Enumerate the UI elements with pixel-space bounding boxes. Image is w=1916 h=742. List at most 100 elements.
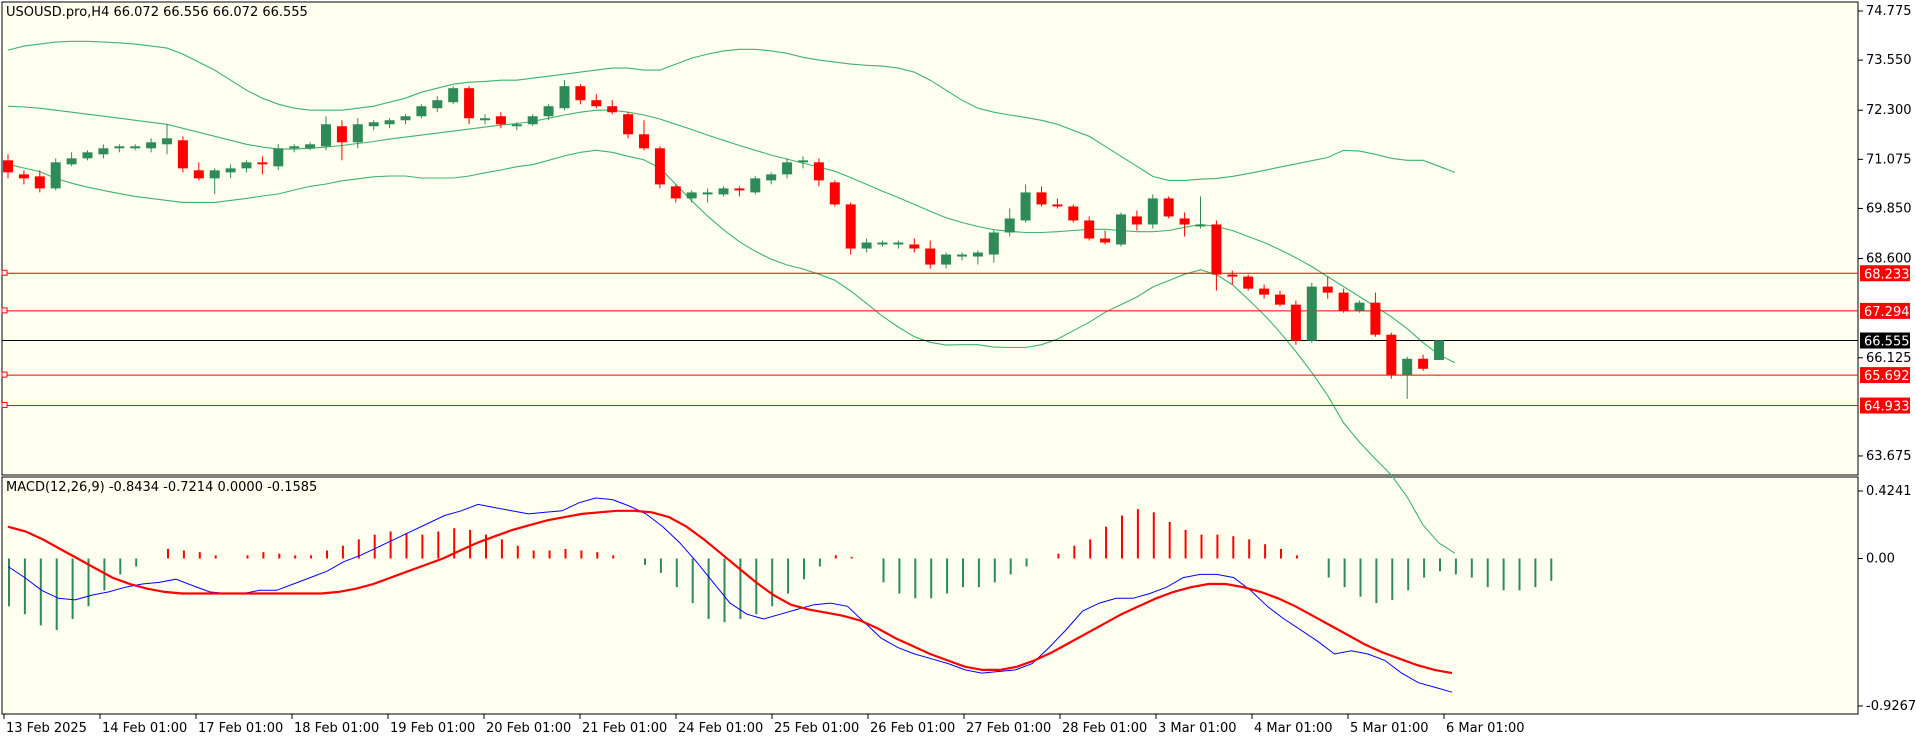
candle-body[interactable]	[686, 192, 697, 199]
candle-body[interactable]	[368, 122, 379, 127]
trading-chart[interactable]: 68.233 67.294 65.692 64.933 66.555 74.775 73.…	[0, 0, 1916, 738]
candle-body[interactable]	[972, 252, 983, 257]
candle-body[interactable]	[82, 152, 93, 159]
candle[interactable]	[416, 104, 427, 119]
candle-body[interactable]	[511, 124, 522, 127]
candle[interactable]	[845, 202, 856, 255]
candle-body[interactable]	[623, 114, 634, 135]
candle-body[interactable]	[321, 124, 331, 147]
candle-body[interactable]	[1434, 340, 1444, 360]
candle-body[interactable]	[193, 170, 204, 179]
candle[interactable]	[177, 136, 188, 173]
candle-body[interactable]	[1370, 302, 1381, 335]
candle-body[interactable]	[384, 120, 395, 125]
candle-body[interactable]	[813, 162, 824, 181]
candle-body[interactable]	[1418, 358, 1429, 369]
candle-body[interactable]	[1227, 274, 1238, 277]
candle[interactable]	[654, 146, 665, 189]
candle-body[interactable]	[909, 244, 920, 249]
candle-body[interactable]	[257, 162, 268, 165]
candle-body[interactable]	[1163, 198, 1174, 217]
candle-body[interactable]	[241, 162, 252, 169]
candle-body[interactable]	[432, 100, 443, 109]
candle-body[interactable]	[209, 170, 220, 179]
candle-body[interactable]	[957, 254, 967, 257]
candle-body[interactable]	[734, 188, 745, 191]
candle-body[interactable]	[1068, 206, 1079, 221]
candle-body[interactable]	[591, 100, 602, 107]
level-anchor[interactable]	[1, 402, 8, 409]
candle-body[interactable]	[1084, 220, 1095, 239]
candle-body[interactable]	[1131, 216, 1142, 225]
level-anchor[interactable]	[1, 307, 8, 314]
candle-body[interactable]	[1052, 204, 1063, 207]
candle[interactable]	[1434, 340, 1444, 360]
candle[interactable]	[50, 158, 61, 191]
candle-body[interactable]	[1259, 288, 1270, 295]
candle-body[interactable]	[639, 134, 649, 149]
candle-body[interactable]	[162, 138, 172, 145]
level-anchor[interactable]	[1, 371, 8, 378]
candle-body[interactable]	[34, 176, 45, 189]
candle-body[interactable]	[527, 116, 538, 125]
candle-body[interactable]	[18, 174, 29, 179]
candle-body[interactable]	[1275, 294, 1285, 305]
candle-body[interactable]	[98, 148, 109, 155]
candle-body[interactable]	[495, 116, 506, 125]
candle-body[interactable]	[3, 160, 13, 173]
candle-body[interactable]	[829, 182, 840, 205]
candle-body[interactable]	[1004, 218, 1015, 233]
candle-body[interactable]	[925, 248, 936, 265]
candle[interactable]	[750, 176, 761, 195]
candle[interactable]	[1147, 194, 1158, 229]
candle-body[interactable]	[575, 86, 586, 101]
candle-body[interactable]	[114, 146, 125, 149]
candle-body[interactable]	[893, 242, 904, 245]
candle-body[interactable]	[654, 148, 665, 185]
candle-body[interactable]	[464, 88, 475, 119]
candle-body[interactable]	[480, 118, 490, 121]
candle-body[interactable]	[782, 162, 793, 175]
candle-body[interactable]	[702, 192, 713, 195]
candle-body[interactable]	[1100, 238, 1111, 243]
candle[interactable]	[448, 86, 459, 105]
candle[interactable]	[1163, 196, 1174, 219]
candle-body[interactable]	[448, 88, 459, 103]
candle-body[interactable]	[336, 126, 347, 143]
candle[interactable]	[1290, 300, 1301, 345]
candle-body[interactable]	[66, 158, 77, 165]
candle-body[interactable]	[352, 124, 363, 143]
candle-body[interactable]	[861, 242, 872, 249]
candle-body[interactable]	[305, 144, 316, 149]
candle-body[interactable]	[877, 242, 888, 245]
candle-body[interactable]	[1402, 358, 1413, 375]
candle-body[interactable]	[1116, 214, 1126, 245]
candle-body[interactable]	[130, 146, 141, 149]
macd-pane[interactable]	[1, 476, 1859, 715]
candle-body[interactable]	[273, 148, 284, 167]
candle-body[interactable]	[146, 142, 157, 149]
candle[interactable]	[1306, 282, 1317, 343]
candle-body[interactable]	[1290, 304, 1301, 341]
candle-body[interactable]	[718, 188, 729, 195]
candle-body[interactable]	[1306, 286, 1317, 341]
candle-body[interactable]	[1211, 224, 1222, 275]
candle-body[interactable]	[225, 168, 236, 173]
candle[interactable]	[1386, 332, 1397, 379]
candle[interactable]	[1243, 274, 1254, 291]
candle-body[interactable]	[416, 106, 427, 117]
candle-body[interactable]	[400, 116, 411, 121]
candle[interactable]	[1116, 212, 1126, 247]
candle-body[interactable]	[1354, 302, 1365, 311]
candle-body[interactable]	[1036, 192, 1047, 205]
candle-body[interactable]	[1020, 192, 1031, 221]
candle-body[interactable]	[750, 178, 761, 193]
candle-body[interactable]	[988, 232, 999, 255]
candle[interactable]	[1068, 204, 1079, 223]
candle-body[interactable]	[845, 204, 856, 249]
candle-body[interactable]	[177, 140, 188, 169]
candle-body[interactable]	[50, 162, 61, 189]
price-pane[interactable]	[1, 1, 1859, 476]
candle[interactable]	[829, 180, 840, 207]
candle-body[interactable]	[1322, 286, 1333, 293]
